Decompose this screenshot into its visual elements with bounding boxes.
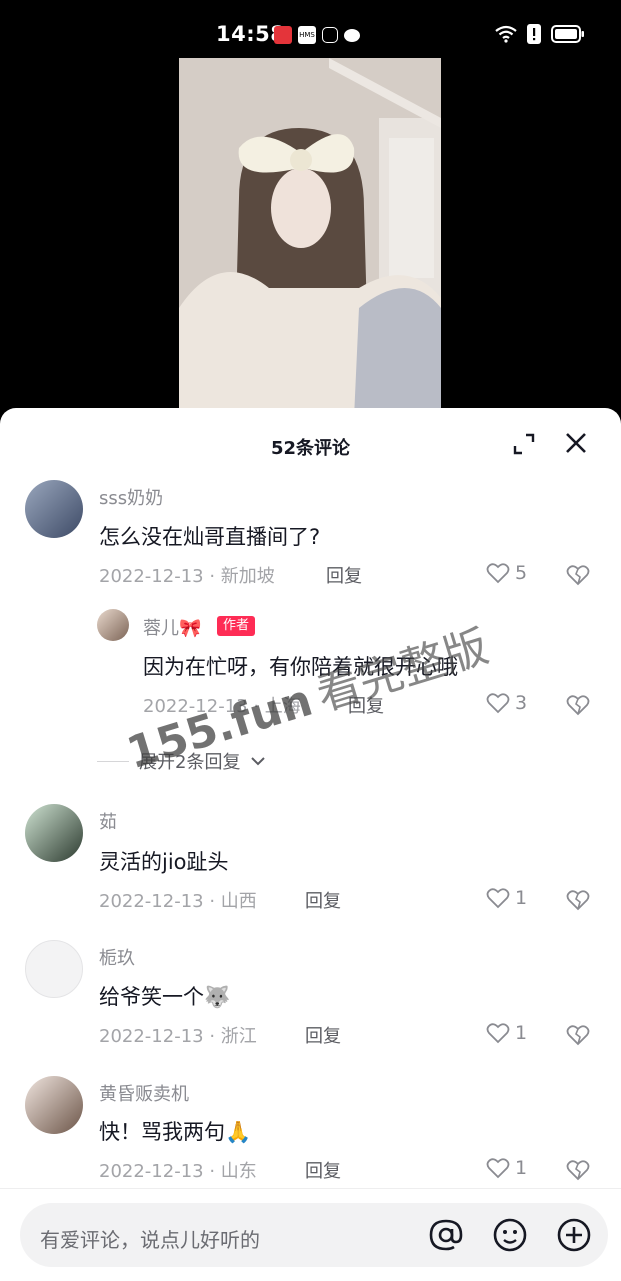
- like-count: 5: [515, 562, 528, 584]
- like-button[interactable]: 5: [486, 562, 527, 584]
- divider: [97, 760, 129, 762]
- like-count: 1: [515, 887, 528, 909]
- emoji-icon[interactable]: [492, 1217, 528, 1253]
- mention-icon[interactable]: [428, 1217, 464, 1253]
- add-icon[interactable]: [556, 1217, 592, 1253]
- comment-meta: 2022-12-13 · 上海: [143, 696, 301, 717]
- comment-text: 因为在忙呀，有你陪着就很开心哦: [143, 655, 458, 679]
- broken-heart-icon[interactable]: [566, 564, 590, 586]
- comment-meta: 2022-12-13 · 新加坡: [99, 566, 275, 587]
- comment-meta: 2022-12-13 · 山西: [99, 891, 257, 912]
- broken-heart-icon[interactable]: [566, 889, 590, 911]
- like-count: 1: [515, 1157, 528, 1179]
- comment-text: 快！骂我两句🙏: [99, 1120, 252, 1144]
- comments-sheet: 52条评论 sss奶奶 怎么没在灿哥直播间了? 2022-12-13 · 新加坡…: [0, 408, 621, 1280]
- expand-replies-label: 展开2条回复: [139, 752, 241, 773]
- video-frame[interactable]: [179, 58, 441, 418]
- avatar[interactable]: [97, 609, 129, 641]
- like-count: 1: [515, 1022, 528, 1044]
- message-icon: [344, 28, 360, 42]
- avatar[interactable]: [25, 480, 83, 538]
- like-button[interactable]: 1: [486, 887, 527, 909]
- author-badge: 作者: [217, 616, 256, 636]
- close-icon[interactable]: [563, 430, 589, 456]
- avatar[interactable]: [25, 940, 83, 998]
- comment-text: 怎么没在灿哥直播间了?: [99, 525, 321, 549]
- comment-username[interactable]: 栀玖: [99, 944, 135, 970]
- comment-username[interactable]: 黄昏贩卖机: [99, 1080, 189, 1106]
- heart-icon: [486, 1023, 510, 1044]
- comment-username[interactable]: 蓉儿🎀: [143, 614, 201, 640]
- reply-button[interactable]: 回复: [305, 887, 341, 913]
- wifi-icon: [495, 25, 517, 43]
- comment-text: 给爷笑一个🐺: [99, 985, 231, 1009]
- battery-icon: [551, 25, 584, 43]
- broken-heart-icon[interactable]: [566, 1159, 590, 1181]
- comment-input[interactable]: 有爱评论，说点儿好听的: [20, 1203, 608, 1267]
- comment-text: 灵活的jio趾头: [99, 850, 229, 874]
- reply-button[interactable]: 回复: [305, 1157, 341, 1183]
- heart-icon: [486, 693, 510, 714]
- video-player[interactable]: [0, 58, 621, 418]
- avatar[interactable]: [25, 1076, 83, 1134]
- like-button[interactable]: 1: [486, 1157, 527, 1179]
- heart-icon: [486, 563, 510, 584]
- video-thumbnail: [179, 58, 441, 418]
- status-bar: 14:58 HMS: [0, 0, 621, 58]
- comment-meta: 2022-12-13 · 山东: [99, 1161, 257, 1182]
- reply-button[interactable]: 回复: [326, 562, 362, 588]
- status-icons-right: [495, 24, 585, 44]
- heart-icon: [486, 888, 510, 909]
- comment-meta: 2022-12-13 · 浙江: [99, 1026, 257, 1047]
- comment-input-placeholder: 有爱评论，说点儿好听的: [40, 1228, 260, 1252]
- shield-icon: [322, 27, 338, 43]
- heart-icon: [486, 1158, 510, 1179]
- app-notification-icon: [274, 26, 292, 44]
- expand-icon[interactable]: [512, 432, 536, 456]
- chevron-down-icon: [251, 757, 266, 766]
- alert-icon: [527, 24, 541, 44]
- reply-button[interactable]: 回复: [305, 1022, 341, 1048]
- broken-heart-icon[interactable]: [566, 1024, 590, 1046]
- comment-username[interactable]: 茹: [99, 808, 117, 834]
- avatar[interactable]: [25, 804, 83, 862]
- broken-heart-icon[interactable]: [566, 694, 590, 716]
- expand-replies-button[interactable]: 展开2条回复: [97, 748, 266, 774]
- comment-username[interactable]: sss奶奶: [99, 484, 163, 510]
- like-button[interactable]: 1: [486, 1022, 527, 1044]
- hms-icon: HMS: [298, 26, 316, 44]
- status-icons-left: HMS: [274, 26, 360, 44]
- reply-button[interactable]: 回复: [348, 692, 384, 718]
- comment-input-bar: 有爱评论，说点儿好听的: [0, 1188, 621, 1281]
- like-count: 3: [515, 692, 528, 714]
- like-button[interactable]: 3: [486, 692, 527, 714]
